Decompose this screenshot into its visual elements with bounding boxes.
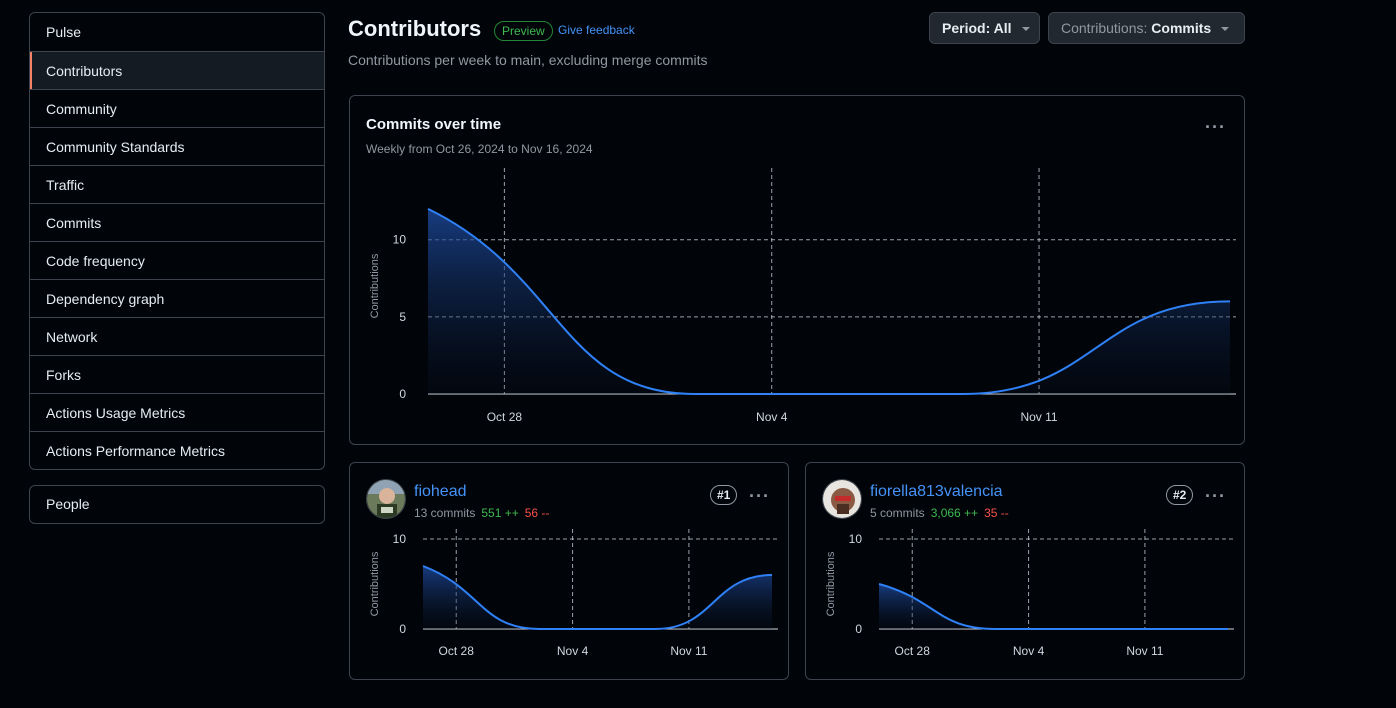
commits-over-time-card: Commits over time Weekly from Oct 26, 20… [349, 95, 1245, 445]
period-value: All [993, 20, 1012, 36]
sidebar-item-commits[interactable]: Commits [30, 203, 324, 241]
x-tick-label: Nov 11 [670, 644, 707, 658]
sidebar-item-code-frequency[interactable]: Code frequency [30, 241, 324, 279]
contributor-chart: Contributions 0 10 Oct 28 Nov 4 Nov 11 [825, 529, 1234, 658]
x-tick-label: Oct 28 [439, 644, 475, 658]
caret-down-icon [1221, 27, 1230, 32]
preview-badge: Preview [494, 21, 553, 41]
page-title: Contributors [348, 16, 482, 41]
y-tick-label: 0 [399, 387, 406, 401]
y-tick-label: 10 [849, 532, 863, 546]
series-area [428, 208, 1230, 394]
series-area [879, 584, 1228, 629]
sidebar-item-pulse[interactable]: Pulse [30, 13, 324, 51]
y-axis-label: Contributions [369, 253, 381, 318]
sidebar-item-actions-usage-metrics[interactable]: Actions Usage Metrics [30, 393, 324, 431]
sidebar-item-actions-performance-metrics[interactable]: Actions Performance Metrics [30, 431, 324, 469]
y-tick-label: 5 [399, 310, 406, 324]
caret-down-icon [1021, 27, 1030, 32]
contributor-card: fiohead 13 commits 551 ++ 56 -- #1 ··· Con… [349, 462, 789, 680]
side-nav: Pulse Contributors Community Community S… [29, 12, 325, 470]
y-tick-label: 10 [393, 532, 407, 546]
sidebar-item-dependency-graph[interactable]: Dependency graph [30, 279, 324, 317]
contributor-card: fiorella813valencia 5 commits 3,066 ++ 35 … [805, 462, 1245, 680]
period-dropdown-button[interactable]: Period: All [929, 12, 1040, 44]
x-tick-label: Nov 4 [557, 644, 589, 658]
x-tick-label: Oct 28 [895, 644, 931, 658]
sidebar-item-forks[interactable]: Forks [30, 355, 324, 393]
y-tick-label: 0 [855, 622, 862, 636]
sidebar-item-traffic[interactable]: Traffic [30, 165, 324, 203]
x-tick-label: Nov 11 [1020, 410, 1057, 424]
contributor-chart: Contributions 0 10 Oct 28 Nov 4 Nov 11 [369, 529, 778, 658]
give-feedback-link[interactable]: Give feedback [558, 23, 635, 37]
x-tick-label: Oct 28 [487, 410, 523, 424]
commits-over-time-chart: Contributions 0 5 10 Oct 28 Nov 4 Nov 11 [369, 168, 1236, 424]
sidebar-item-community-standards[interactable]: Community Standards [30, 127, 324, 165]
sidebar-item-people[interactable]: People [29, 485, 325, 524]
page-subtitle: Contributions per week to main, excludin… [348, 52, 708, 68]
x-tick-label: Nov 4 [1013, 644, 1045, 658]
x-tick-label: Nov 4 [756, 410, 788, 424]
contributions-value: Commits [1151, 20, 1212, 36]
y-axis-label: Contributions [369, 551, 381, 616]
sidebar-item-contributors[interactable]: Contributors [30, 51, 324, 89]
x-tick-label: Nov 11 [1126, 644, 1163, 658]
y-axis-label: Contributions [825, 551, 837, 616]
y-tick-label: 10 [393, 233, 407, 247]
sidebar-item-network[interactable]: Network [30, 317, 324, 355]
contributions-label: Contributions: [1061, 20, 1152, 36]
y-tick-label: 0 [399, 622, 406, 636]
period-label: Period: [942, 20, 994, 36]
contributions-dropdown-button[interactable]: Contributions: Commits [1048, 12, 1245, 44]
sidebar-item-community[interactable]: Community [30, 89, 324, 127]
